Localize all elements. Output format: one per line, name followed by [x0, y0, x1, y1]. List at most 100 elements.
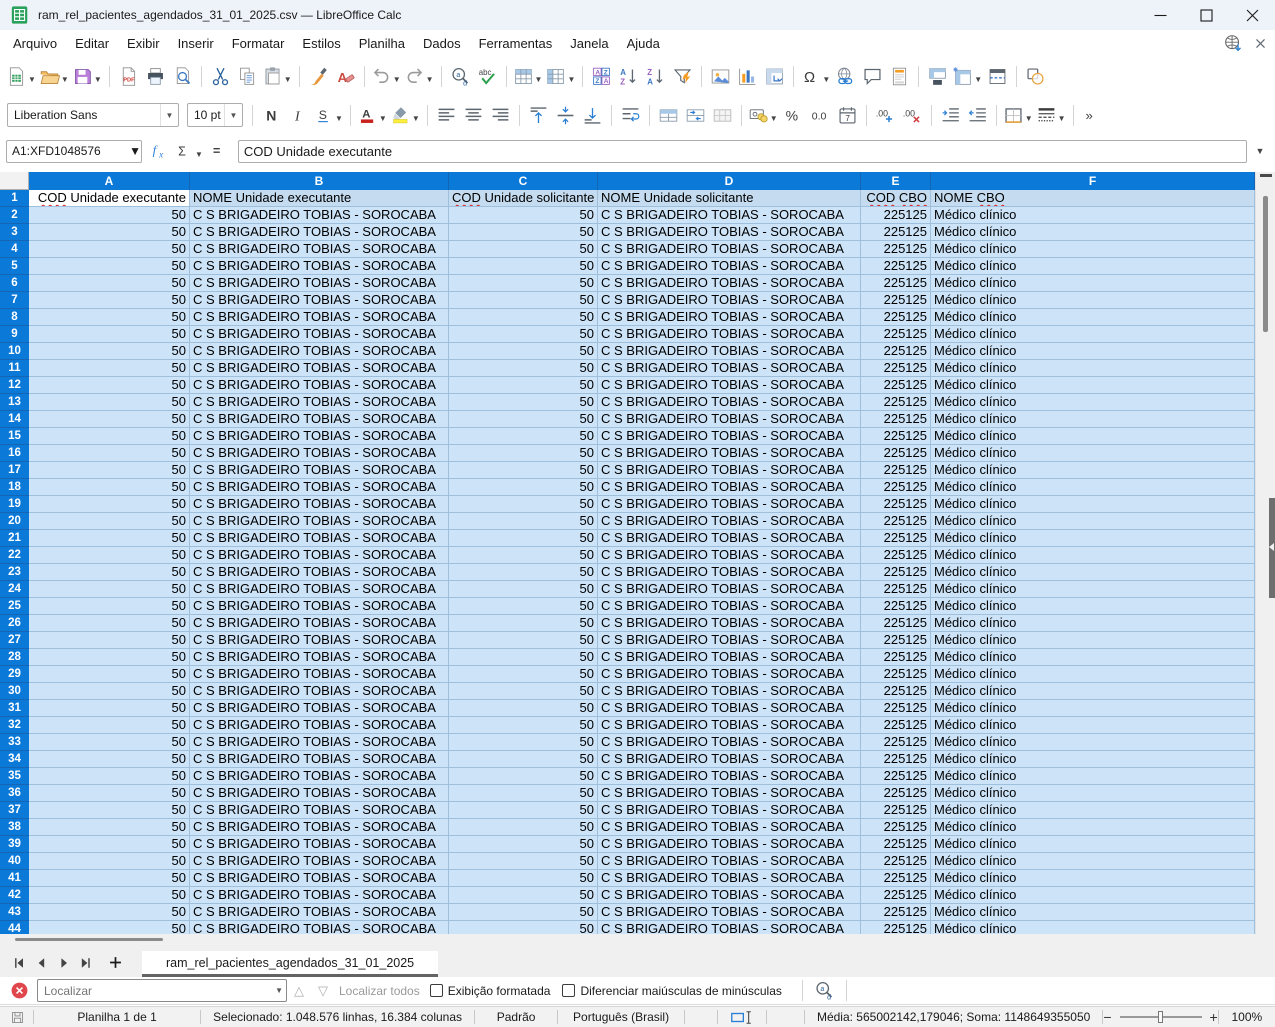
indent-decrease-button[interactable] — [964, 101, 991, 129]
zoom-level[interactable]: 100% — [1219, 1010, 1275, 1024]
zoom-in-icon[interactable]: + — [1210, 1009, 1218, 1025]
align-top-button[interactable] — [525, 101, 552, 129]
selection-info[interactable]: Selecionado: 1.048.576 linhas, 16.384 co… — [201, 1010, 474, 1024]
cell-A34[interactable]: 50 — [29, 751, 190, 768]
border-style-button[interactable]: ▼ — [1035, 101, 1068, 129]
maximize-button[interactable] — [1183, 0, 1229, 30]
language-indicator[interactable]: Português (Brasil) — [558, 1010, 684, 1024]
cell-C2[interactable]: 50 — [449, 207, 598, 224]
cell-D3[interactable]: C S BRIGADEIRO TOBIAS - SOROCABA — [598, 224, 861, 241]
cell-A40[interactable]: 50 — [29, 853, 190, 870]
cell-F14[interactable]: Médico clínico — [931, 411, 1255, 428]
cell-F18[interactable]: Médico clínico — [931, 479, 1255, 496]
cell-C22[interactable]: 50 — [449, 547, 598, 564]
name-box[interactable]: A1:XFD1048576 ▼ — [6, 140, 142, 163]
cell-B5[interactable]: C S BRIGADEIRO TOBIAS - SOROCABA — [190, 258, 449, 275]
cell-F4[interactable]: Médico clínico — [931, 241, 1255, 258]
cell-D15[interactable]: C S BRIGADEIRO TOBIAS - SOROCABA — [598, 428, 861, 445]
currency-dropdown[interactable]: ▼ — [770, 114, 778, 123]
cell-E3[interactable]: 225125 — [861, 224, 931, 241]
row-header-3[interactable]: 3 — [0, 224, 29, 241]
cell-D35[interactable]: C S BRIGADEIRO TOBIAS - SOROCABA — [598, 768, 861, 785]
last-sheet-button[interactable] — [74, 952, 96, 974]
cell-F5[interactable]: Médico clínico — [931, 258, 1255, 275]
row-header-30[interactable]: 30 — [0, 683, 29, 700]
document-modified-icon[interactable] — [0, 1010, 33, 1025]
cell-D11[interactable]: C S BRIGADEIRO TOBIAS - SOROCABA — [598, 360, 861, 377]
cell-D2[interactable]: C S BRIGADEIRO TOBIAS - SOROCABA — [598, 207, 861, 224]
cell-A14[interactable]: 50 — [29, 411, 190, 428]
special-character-button[interactable]: Ω▼ — [799, 63, 832, 91]
cell-B42[interactable]: C S BRIGADEIRO TOBIAS - SOROCABA — [190, 887, 449, 904]
chevron-down-icon[interactable]: ▼ — [275, 986, 283, 995]
select-all-corner[interactable] — [0, 172, 29, 190]
cell-E28[interactable]: 225125 — [861, 649, 931, 666]
cell-F30[interactable]: Médico clínico — [931, 683, 1255, 700]
cell-D7[interactable]: C S BRIGADEIRO TOBIAS - SOROCABA — [598, 292, 861, 309]
cell-A36[interactable]: 50 — [29, 785, 190, 802]
row-header-14[interactable]: 14 — [0, 411, 29, 428]
cell-A29[interactable]: 50 — [29, 666, 190, 683]
cell-E15[interactable]: 225125 — [861, 428, 931, 445]
underline-dropdown[interactable]: ▼ — [335, 114, 343, 123]
cell-A20[interactable]: 50 — [29, 513, 190, 530]
cell-C14[interactable]: 50 — [449, 411, 598, 428]
cell-D31[interactable]: C S BRIGADEIRO TOBIAS - SOROCABA — [598, 700, 861, 717]
cell-B20[interactable]: C S BRIGADEIRO TOBIAS - SOROCABA — [190, 513, 449, 530]
add-decimal-button[interactable]: .00 — [872, 101, 899, 129]
cell-B10[interactable]: C S BRIGADEIRO TOBIAS - SOROCABA — [190, 343, 449, 360]
cell-C34[interactable]: 50 — [449, 751, 598, 768]
draw-functions-button[interactable] — [1022, 63, 1049, 91]
column-header-C[interactable]: C — [449, 172, 598, 190]
cell-A1[interactable]: COD Unidade executante — [29, 190, 190, 207]
number-button[interactable]: 0.0 — [807, 101, 834, 129]
cell-A18[interactable]: 50 — [29, 479, 190, 496]
cell-E17[interactable]: 225125 — [861, 462, 931, 479]
cell-C33[interactable]: 50 — [449, 734, 598, 751]
cell-D13[interactable]: C S BRIGADEIRO TOBIAS - SOROCABA — [598, 394, 861, 411]
cell-C7[interactable]: 50 — [449, 292, 598, 309]
highlight-color-button[interactable]: ▼ — [389, 101, 422, 129]
cell-B12[interactable]: C S BRIGADEIRO TOBIAS - SOROCABA — [190, 377, 449, 394]
cell-C28[interactable]: 50 — [449, 649, 598, 666]
row-header-40[interactable]: 40 — [0, 853, 29, 870]
print-area-button[interactable] — [924, 63, 951, 91]
cell-A15[interactable]: 50 — [29, 428, 190, 445]
align-bottom-button[interactable] — [579, 101, 606, 129]
cell-D22[interactable]: C S BRIGADEIRO TOBIAS - SOROCABA — [598, 547, 861, 564]
row-header-23[interactable]: 23 — [0, 564, 29, 581]
cell-A16[interactable]: 50 — [29, 445, 190, 462]
cell-C4[interactable]: 50 — [449, 241, 598, 258]
cell-D24[interactable]: C S BRIGADEIRO TOBIAS - SOROCABA — [598, 581, 861, 598]
hyperlink-button[interactable] — [832, 63, 859, 91]
currency-button[interactable]: ▼ — [747, 101, 780, 129]
cell-D1[interactable]: NOME Unidade solicitante — [598, 190, 861, 207]
show-sidebar-handle[interactable] — [1269, 498, 1275, 598]
cell-F26[interactable]: Médico clínico — [931, 615, 1255, 632]
cell-E14[interactable]: 225125 — [861, 411, 931, 428]
delete-decimal-button[interactable]: .00 — [899, 101, 926, 129]
cell-E44[interactable]: 225125 — [861, 921, 931, 934]
cell-B16[interactable]: C S BRIGADEIRO TOBIAS - SOROCABA — [190, 445, 449, 462]
cell-A39[interactable]: 50 — [29, 836, 190, 853]
cell-E31[interactable]: 225125 — [861, 700, 931, 717]
cell-C25[interactable]: 50 — [449, 598, 598, 615]
cell-A33[interactable]: 50 — [29, 734, 190, 751]
cell-D16[interactable]: C S BRIGADEIRO TOBIAS - SOROCABA — [598, 445, 861, 462]
cell-C18[interactable]: 50 — [449, 479, 598, 496]
cell-F3[interactable]: Médico clínico — [931, 224, 1255, 241]
cell-A7[interactable]: 50 — [29, 292, 190, 309]
first-sheet-button[interactable] — [8, 952, 30, 974]
cell-D39[interactable]: C S BRIGADEIRO TOBIAS - SOROCABA — [598, 836, 861, 853]
cell-B17[interactable]: C S BRIGADEIRO TOBIAS - SOROCABA — [190, 462, 449, 479]
cell-C44[interactable]: 50 — [449, 921, 598, 934]
function-wizard-button[interactable]: fx — [146, 137, 173, 165]
cell-E40[interactable]: 225125 — [861, 853, 931, 870]
cell-E4[interactable]: 225125 — [861, 241, 931, 258]
cell-D17[interactable]: C S BRIGADEIRO TOBIAS - SOROCABA — [598, 462, 861, 479]
cell-B13[interactable]: C S BRIGADEIRO TOBIAS - SOROCABA — [190, 394, 449, 411]
cell-C1[interactable]: COD Unidade solicitante — [449, 190, 598, 207]
cell-A31[interactable]: 50 — [29, 700, 190, 717]
vertical-scrollbar-thumb[interactable] — [1263, 196, 1268, 332]
cell-E26[interactable]: 225125 — [861, 615, 931, 632]
